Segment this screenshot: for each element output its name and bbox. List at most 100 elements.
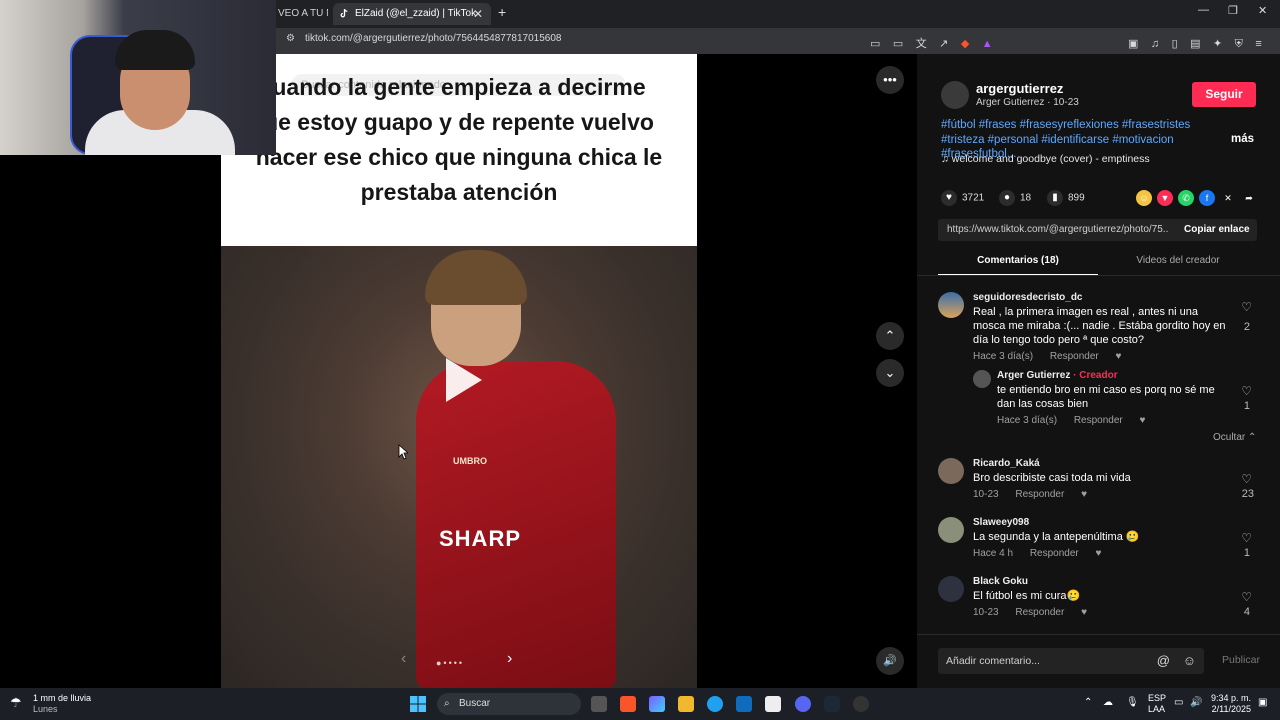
commenter-avatar[interactable] <box>938 458 964 484</box>
sidebar-icon[interactable]: ▣ <box>1128 37 1138 50</box>
commenter-name[interactable]: Slaweey098 <box>973 517 1029 528</box>
next-post-button[interactable]: ⌄ <box>876 359 904 387</box>
more-options-button[interactable]: ••• <box>876 66 904 94</box>
system-clock[interactable]: 9:34 p. m. 2/11/2025 <box>1209 693 1251 715</box>
weather-widget[interactable]: 1 mm de lluvia Lunes <box>33 693 91 715</box>
site-settings-icon[interactable]: ⚙ <box>286 33 295 44</box>
previous-post-button[interactable]: ⌃ <box>876 322 904 350</box>
music-title[interactable]: welcome and goodbye (cover) - emptiness <box>952 153 1150 165</box>
emoji-icon[interactable]: ☺ <box>1183 648 1196 674</box>
photo-viewer[interactable]: Buscar contenido relacionado uando la ge… <box>221 54 697 688</box>
task-view-icon[interactable] <box>591 696 607 712</box>
volume-tray-icon[interactable]: 🔊 <box>1190 697 1202 708</box>
reaction-icon[interactable]: ♥ <box>1140 415 1146 426</box>
copilot-icon[interactable] <box>649 696 665 712</box>
file-explorer-icon[interactable] <box>678 696 694 712</box>
save-stat[interactable]: ▮ 899 <box>1047 190 1085 206</box>
x-icon[interactable]: ✕ <box>1220 190 1236 206</box>
mention-icon[interactable]: @ <box>1157 648 1170 674</box>
network-icon[interactable]: ▭ <box>1174 697 1183 708</box>
music-line[interactable]: ♫ welcome and goodbye (cover) - emptines… <box>941 153 1150 165</box>
add-comment-input[interactable]: Añadir comentario... @ ☺ <box>938 648 1204 674</box>
cast-icon[interactable]: ▭ <box>893 37 903 50</box>
facebook-icon[interactable]: f <box>1199 190 1215 206</box>
maximize-button[interactable]: ❐ <box>1228 4 1238 17</box>
discord-icon[interactable] <box>795 696 811 712</box>
edge-icon[interactable] <box>707 696 723 712</box>
panel-icon[interactable]: ▯ <box>1172 37 1178 50</box>
tray-chevron-icon[interactable]: ⌃ <box>1084 697 1092 708</box>
creator-avatar[interactable] <box>941 81 969 109</box>
browser-tab-inactive[interactable]: VEO A TU M <box>270 3 328 25</box>
heart-icon[interactable]: ♥ <box>941 190 957 206</box>
hide-replies-button[interactable]: Ocultar ⌃ <box>1213 432 1256 443</box>
hide-replies-label[interactable]: Ocultar <box>1213 432 1245 443</box>
reply-author[interactable]: Arger Gutierrez · Creador <box>997 370 1118 381</box>
comment-like-icon[interactable]: ♡ <box>1241 300 1252 314</box>
reply-author-name[interactable]: Arger Gutierrez <box>997 370 1070 381</box>
menu-icon[interactable]: ≡ <box>1255 38 1261 50</box>
wallet-icon[interactable]: ▤ <box>1190 37 1200 50</box>
music-icon[interactable]: ♫ <box>1151 38 1159 50</box>
commenter-avatar[interactable] <box>938 576 964 602</box>
whatsapp-icon[interactable]: ✆ <box>1178 190 1194 206</box>
onedrive-icon[interactable]: ☁ <box>1103 697 1113 708</box>
reply-button[interactable]: Responder <box>1015 489 1064 500</box>
reaction-icon[interactable]: ♥ <box>1096 548 1102 559</box>
browser-tab-active[interactable]: ElZaid (@el_zzaid) | TikTok ✕ <box>333 3 491 25</box>
reaction-icon[interactable]: ♥ <box>1116 351 1122 362</box>
commenter-avatar[interactable] <box>938 517 964 543</box>
follow-button[interactable]: Seguir <box>1192 82 1256 107</box>
new-tab-button[interactable]: + <box>498 4 506 20</box>
commenter-name[interactable]: seguidoresdecristo_dc <box>973 292 1082 303</box>
tab-creator-videos[interactable]: Videos del creador <box>1098 252 1258 276</box>
steam-icon[interactable] <box>824 696 840 712</box>
windows-start-icon[interactable] <box>410 696 426 712</box>
vpn-icon[interactable]: ⛨ <box>1235 38 1243 51</box>
share-tiktok-icon[interactable]: ▼ <box>1157 190 1173 206</box>
reply-button[interactable]: Responder <box>1074 415 1123 426</box>
brave-icon[interactable] <box>620 696 636 712</box>
copy-link-button[interactable]: Copiar enlace <box>1184 224 1250 235</box>
close-window-button[interactable]: ✕ <box>1258 4 1267 17</box>
reaction-icon[interactable]: ♥ <box>1081 489 1087 500</box>
see-more-button[interactable]: más <box>1231 133 1254 145</box>
next-slide-icon[interactable]: › <box>507 650 512 668</box>
commenter-avatar[interactable] <box>938 292 964 318</box>
reply-button[interactable]: Responder <box>1030 548 1079 559</box>
creator-reply-avatar[interactable] <box>973 370 991 388</box>
publish-button[interactable]: Publicar <box>1222 654 1260 666</box>
comment-stat[interactable]: ● 18 <box>999 190 1031 206</box>
commenter-name[interactable]: Black Goku <box>973 576 1028 587</box>
reader-icon[interactable]: ▭ <box>870 37 880 50</box>
comment-like-icon[interactable]: ♡ <box>1241 531 1252 545</box>
share-icon[interactable]: ↗ <box>939 37 948 50</box>
comment-like-icon[interactable]: ♡ <box>1241 472 1252 486</box>
commenter-name[interactable]: Ricardo_Kaká <box>973 458 1040 469</box>
play-icon[interactable] <box>446 358 482 402</box>
weather-icon[interactable]: ☂ <box>10 695 22 711</box>
outlook-icon[interactable] <box>736 696 752 712</box>
leo-icon[interactable]: ✦ <box>1213 37 1222 50</box>
creator-username[interactable]: argergutierrez <box>976 81 1063 96</box>
reply-button[interactable]: Responder <box>1015 607 1064 618</box>
close-tab-icon[interactable]: ✕ <box>473 3 483 25</box>
comment-like-icon[interactable]: ♡ <box>1241 590 1252 604</box>
translate-icon[interactable]: 文 <box>916 35 927 51</box>
url-field[interactable]: tiktok.com/@argergutierrez/photo/7564454… <box>305 33 561 44</box>
obs-icon[interactable] <box>853 696 869 712</box>
reaction-icon[interactable]: ♥ <box>1081 607 1087 618</box>
brave-shield-icon[interactable]: ◆ <box>961 37 969 50</box>
store-icon[interactable] <box>765 696 781 712</box>
like-stat[interactable]: ♥ 3721 <box>941 190 984 206</box>
rewards-icon[interactable]: ▲ <box>982 38 993 50</box>
forward-share-icon[interactable]: ➦ <box>1241 190 1257 206</box>
taskbar-search[interactable]: ⌕ Buscar <box>437 693 581 715</box>
volume-button[interactable]: 🔊 <box>876 647 904 675</box>
share-link-url[interactable]: https://www.tiktok.com/@argergutierrez/p… <box>947 224 1169 235</box>
reply-like-icon[interactable]: ♡ <box>1241 384 1252 398</box>
prev-slide-icon[interactable]: ‹ <box>401 650 406 668</box>
language-indicator[interactable]: ESP LAA <box>1148 693 1166 715</box>
tab-comments[interactable]: Comentarios (18) <box>938 252 1098 276</box>
microphone-icon[interactable]: 🎙 <box>1126 697 1139 708</box>
